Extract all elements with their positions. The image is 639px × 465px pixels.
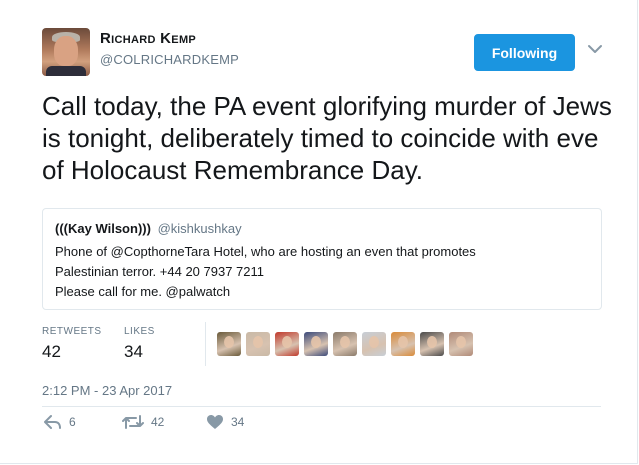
liker-avatar[interactable] [362,332,386,356]
liker-avatar[interactable] [333,332,357,356]
reply-icon [44,415,61,429]
author-handle[interactable]: @COLRICHARDKEMP [100,52,239,67]
likes-label: LIKES [124,326,155,337]
liker-avatar[interactable] [217,332,241,356]
author-name[interactable]: Richard Kemp [100,30,196,47]
liker-avatar[interactable] [391,332,415,356]
tweet-timestamp[interactable]: 2:12 PM - 23 Apr 2017 [42,383,172,398]
quoted-tweet-header: (((Kay Wilson))) @kishkushkay [55,221,242,236]
retweet-count: 42 [151,415,165,429]
quoted-text-line: Please call for me. @palwatch [55,284,231,299]
tweet-text: Call today, the PA event glorifying murd… [42,91,612,185]
following-button[interactable]: Following [474,34,575,71]
liker-avatar[interactable] [275,332,299,356]
quoted-tweet-text: Phone of @CopthorneTara Hotel, who are h… [55,242,590,302]
retweet-button[interactable]: 42 [122,414,164,430]
reply-button[interactable]: 6 [44,414,76,430]
tweet-card: Richard Kemp @COLRICHARDKEMP Following C… [0,0,638,464]
quoted-author-name: (((Kay Wilson))) [55,221,151,236]
retweet-icon [122,415,144,429]
liker-avatar[interactable] [246,332,270,356]
author-avatar[interactable] [42,28,90,76]
liker-avatar[interactable] [420,332,444,356]
quoted-text-line: Phone of @CopthorneTara Hotel, who are h… [55,244,476,259]
liker-avatar[interactable] [304,332,328,356]
heart-icon [207,415,223,429]
like-count: 34 [231,415,245,429]
like-button[interactable]: 34 [206,414,244,430]
quoted-text-line: Palestinian terror. +44 20 7937 7211 [55,264,264,279]
likes-stat[interactable]: LIKES 34 [124,326,155,362]
likes-count: 34 [124,342,143,361]
retweets-label: RETWEETS [42,326,102,337]
quoted-author-handle: @kishkushkay [157,221,242,236]
quoted-tweet[interactable]: (((Kay Wilson))) @kishkushkay Phone of @… [42,208,602,310]
actions-divider [42,406,601,407]
retweets-stat[interactable]: RETWEETS 42 [42,326,102,362]
chevron-down-icon[interactable] [586,42,604,56]
retweets-count: 42 [42,342,61,361]
stats-divider [205,322,206,366]
reply-count: 6 [69,415,76,429]
liker-avatar[interactable] [449,332,473,356]
